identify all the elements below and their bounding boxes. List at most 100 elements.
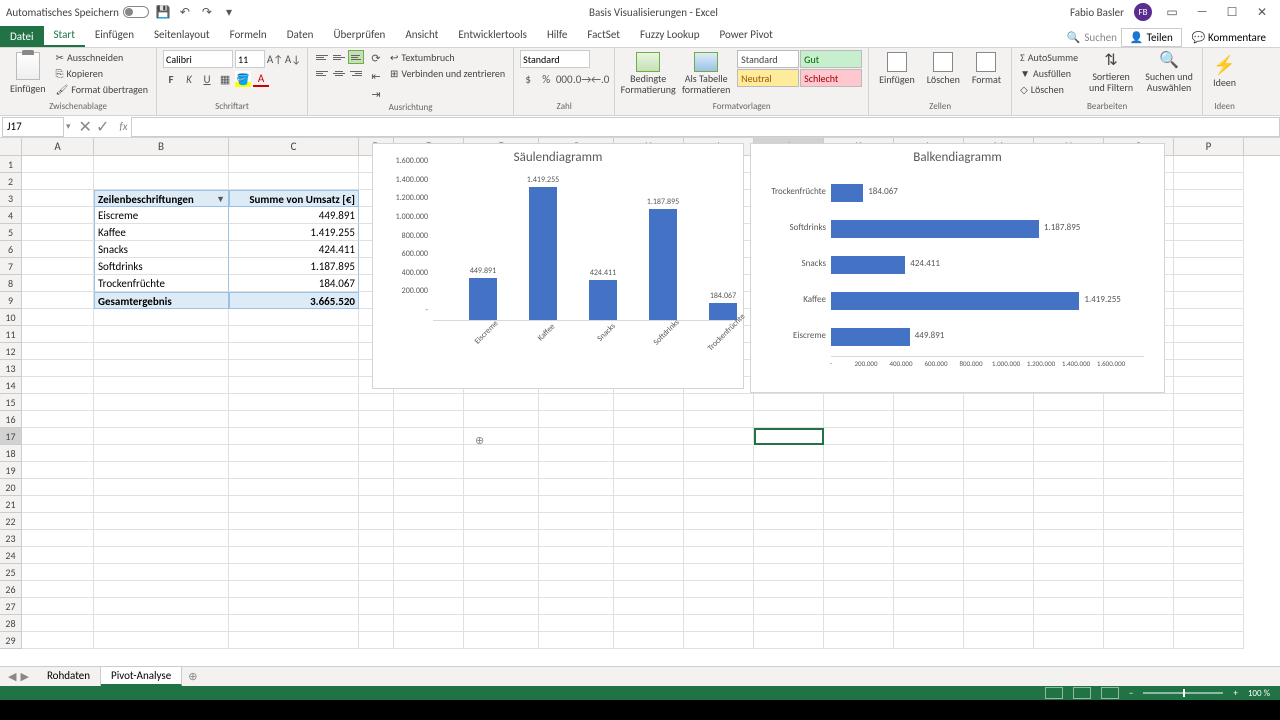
cell-B14[interactable]: [94, 377, 229, 394]
chart-bar[interactable]: [469, 278, 497, 320]
cell-L19[interactable]: [894, 462, 964, 479]
cell-H25[interactable]: [614, 564, 684, 581]
fill-button[interactable]: ▼Ausfüllen: [1018, 66, 1080, 81]
row-header-7[interactable]: 7: [0, 258, 22, 275]
row-header-29[interactable]: 29: [0, 632, 22, 649]
cell-N16[interactable]: [1034, 411, 1104, 428]
row-header-2[interactable]: 2: [0, 173, 22, 190]
cell-A5[interactable]: [22, 224, 94, 241]
cell-P1[interactable]: [1174, 156, 1244, 173]
cell-B19[interactable]: [94, 462, 229, 479]
cell-B15[interactable]: [94, 394, 229, 411]
cell-D28[interactable]: [359, 615, 394, 632]
cell-K28[interactable]: [824, 615, 894, 632]
cell-J23[interactable]: [754, 530, 824, 547]
cell-A15[interactable]: [22, 394, 94, 411]
col-header-P[interactable]: P: [1174, 138, 1244, 155]
style-neutral[interactable]: Neutral: [737, 69, 799, 87]
cell-B27[interactable]: [94, 598, 229, 615]
cell-A4[interactable]: [22, 207, 94, 224]
select-all-corner[interactable]: [0, 138, 22, 155]
cell-P24[interactable]: [1174, 547, 1244, 564]
cell-C3[interactable]: Summe von Umsatz [€]: [229, 190, 359, 207]
cell-C9[interactable]: 3.665.520: [229, 292, 359, 309]
number-format-select[interactable]: [520, 50, 590, 68]
cell-B28[interactable]: [94, 615, 229, 632]
underline-button[interactable]: U: [199, 71, 215, 87]
row-header-16[interactable]: 16: [0, 411, 22, 428]
cell-C23[interactable]: [229, 530, 359, 547]
cell-M17[interactable]: [964, 428, 1034, 445]
cell-F20[interactable]: [464, 479, 539, 496]
sort-filter-button[interactable]: ⇅Sortieren und Filtern: [1084, 50, 1138, 95]
cell-C29[interactable]: [229, 632, 359, 649]
cell-H24[interactable]: [614, 547, 684, 564]
cell-L28[interactable]: [894, 615, 964, 632]
cell-B17[interactable]: [94, 428, 229, 445]
row-header-10[interactable]: 10: [0, 309, 22, 326]
tab-start[interactable]: Start: [44, 24, 85, 47]
cell-C1[interactable]: [229, 156, 359, 173]
cell-P29[interactable]: [1174, 632, 1244, 649]
cell-M22[interactable]: [964, 513, 1034, 530]
cell-A10[interactable]: [22, 309, 94, 326]
cell-B16[interactable]: [94, 411, 229, 428]
cell-G24[interactable]: [539, 547, 614, 564]
cell-G27[interactable]: [539, 598, 614, 615]
cell-I28[interactable]: [684, 615, 754, 632]
cell-I27[interactable]: [684, 598, 754, 615]
cell-K15[interactable]: [824, 394, 894, 411]
cell-C6[interactable]: 424.411: [229, 241, 359, 258]
cell-G20[interactable]: [539, 479, 614, 496]
cell-A7[interactable]: [22, 258, 94, 275]
cell-C22[interactable]: [229, 513, 359, 530]
cell-L16[interactable]: [894, 411, 964, 428]
chart-bar[interactable]: [831, 328, 910, 346]
cell-P4[interactable]: [1174, 207, 1244, 224]
format-painter-button[interactable]: 🖌Format übertragen: [54, 82, 150, 97]
cell-E19[interactable]: [394, 462, 464, 479]
cell-O20[interactable]: [1104, 479, 1174, 496]
cell-P2[interactable]: [1174, 173, 1244, 190]
cell-E26[interactable]: [394, 581, 464, 598]
cell-P25[interactable]: [1174, 564, 1244, 581]
cell-A25[interactable]: [22, 564, 94, 581]
cell-A8[interactable]: [22, 275, 94, 292]
cell-P8[interactable]: [1174, 275, 1244, 292]
autosave-toggle[interactable]: Automatisches Speichern: [6, 6, 149, 19]
fx-icon[interactable]: fx: [115, 120, 131, 133]
page-layout-view-icon[interactable]: [1073, 687, 1091, 699]
cell-J20[interactable]: [754, 479, 824, 496]
col-header-B[interactable]: B: [94, 138, 229, 155]
cell-C24[interactable]: [229, 547, 359, 564]
indent-right[interactable]: ⇥: [368, 86, 384, 102]
cell-A28[interactable]: [22, 615, 94, 632]
cell-N17[interactable]: [1034, 428, 1104, 445]
tab-daten[interactable]: Daten: [277, 24, 324, 47]
add-sheet-button[interactable]: ⊕: [182, 670, 203, 683]
search-box[interactable]: 🔍 Suchen: [1067, 31, 1117, 44]
cell-M26[interactable]: [964, 581, 1034, 598]
cell-P13[interactable]: [1174, 360, 1244, 377]
cell-B13[interactable]: [94, 360, 229, 377]
cell-C18[interactable]: [229, 445, 359, 462]
cell-N23[interactable]: [1034, 530, 1104, 547]
bar-chart[interactable]: Balkendiagramm Trockenfrüchte184.067Soft…: [750, 143, 1165, 393]
cell-O21[interactable]: [1104, 496, 1174, 513]
decrease-font-icon[interactable]: A↓: [285, 51, 301, 67]
close-icon[interactable]: ✕: [1252, 5, 1272, 20]
cell-J22[interactable]: [754, 513, 824, 530]
cell-B24[interactable]: [94, 547, 229, 564]
chart-bar[interactable]: [831, 184, 863, 202]
cell-P18[interactable]: [1174, 445, 1244, 462]
cell-J15[interactable]: [754, 394, 824, 411]
cell-I15[interactable]: [684, 394, 754, 411]
cell-N22[interactable]: [1034, 513, 1104, 530]
row-header-26[interactable]: 26: [0, 581, 22, 598]
cell-B5[interactable]: Kaffee: [94, 224, 229, 241]
accept-formula-icon[interactable]: ✓: [96, 117, 109, 137]
row-header-24[interactable]: 24: [0, 547, 22, 564]
row-header-13[interactable]: 13: [0, 360, 22, 377]
cell-C19[interactable]: [229, 462, 359, 479]
cell-B25[interactable]: [94, 564, 229, 581]
